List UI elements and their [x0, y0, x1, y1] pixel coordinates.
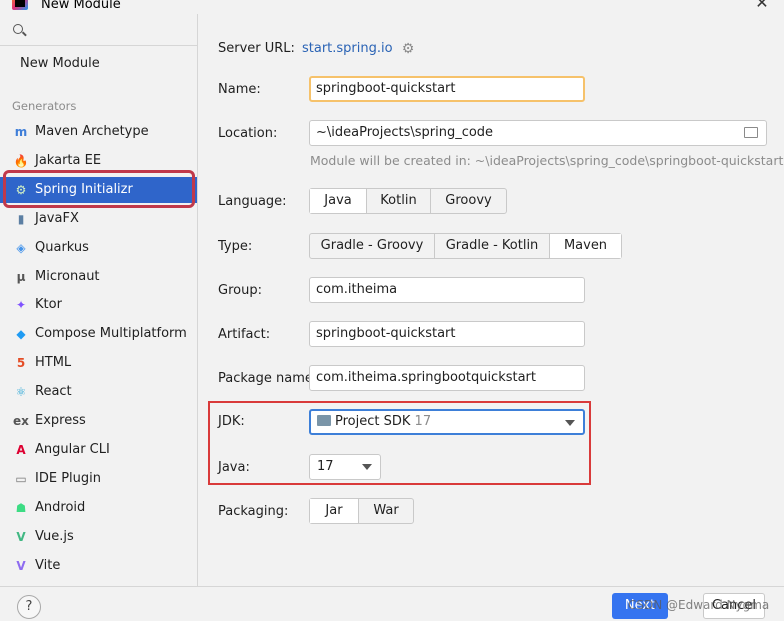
sidebar-item-compose-multiplatform[interactable]: ◆ Compose Multiplatform	[0, 321, 197, 347]
sdk-folder-icon	[317, 415, 331, 426]
jdk-version: 17	[414, 414, 432, 429]
type-label: Type:	[218, 239, 253, 254]
sidebar-item-label: Maven Archetype	[35, 124, 149, 139]
location-hint: Module will be created in: ~\ideaProject…	[310, 153, 784, 168]
micronaut-icon: μ	[16, 269, 26, 284]
java-version-dropdown[interactable]: 17	[309, 454, 381, 480]
location-field[interactable]: ~\ideaProjects\spring_code	[309, 120, 767, 146]
sidebar-item-label: Android	[35, 499, 86, 515]
packaging-option-war[interactable]: War	[359, 499, 413, 523]
location-label: Location:	[218, 126, 278, 141]
sidebar-item-label: Micronaut	[35, 268, 100, 284]
java-version-value: 17	[317, 459, 334, 474]
jakarta-icon: 🔥	[13, 153, 29, 168]
group-label: Group:	[218, 283, 262, 298]
type-option-gradle-groovy[interactable]: Gradle - Groovy	[310, 234, 435, 258]
sidebar-item-label: Angular CLI	[35, 441, 110, 457]
sidebar-item-micronaut[interactable]: μ Micronaut	[0, 264, 197, 290]
sidebar-item-label: React	[35, 384, 72, 400]
name-field[interactable]: springboot-quickstart	[309, 76, 585, 102]
selection-highlight-outline	[3, 170, 195, 208]
packaging-option-jar[interactable]: Jar	[310, 499, 359, 523]
intellij-icon	[12, 0, 28, 10]
sidebar-item-label: Quarkus	[35, 239, 89, 255]
sidebar-item-react[interactable]: ⚛ React	[0, 379, 197, 405]
language-option-java[interactable]: Java	[310, 189, 367, 213]
artifact-field[interactable]: springboot-quickstart	[309, 321, 585, 347]
jdk-dropdown[interactable]: Project SDK 17	[309, 409, 585, 435]
sidebar-item-label: HTML	[35, 355, 72, 371]
server-url-link[interactable]: start.spring.io	[302, 41, 393, 56]
java-label: Java:	[218, 460, 250, 475]
folder-icon[interactable]	[744, 127, 758, 138]
package-name-field[interactable]: com.itheima.springbootquickstart	[309, 365, 585, 391]
android-icon: ☗	[15, 500, 27, 515]
help-button[interactable]: ?	[17, 595, 41, 619]
packaging-label: Packaging:	[218, 504, 289, 519]
sidebar-item-html[interactable]: 5 HTML	[0, 350, 197, 376]
title-bar: New Module ✕	[0, 0, 784, 14]
sidebar-item-ide-plugin[interactable]: ▭ IDE Plugin	[0, 466, 197, 492]
artifact-label: Artifact:	[218, 327, 271, 342]
sidebar-item-maven-archetype[interactable]: m Maven Archetype	[0, 119, 197, 145]
server-url-label: Server URL:	[218, 41, 295, 56]
jdk-label: JDK:	[218, 414, 245, 429]
ide-plugin-icon: ▭	[15, 471, 27, 486]
sidebar-item-vue-js[interactable]: V Vue.js	[0, 524, 197, 550]
sidebar-item-label: Express	[35, 413, 86, 428]
sidebar-item-vite[interactable]: V Vite	[0, 553, 197, 579]
group-field[interactable]: com.itheima	[309, 277, 585, 303]
generator-sidebar: New Module Generators m Maven Archetype 🔥 J…	[0, 14, 198, 586]
sidebar-item-label: Vite	[35, 557, 61, 573]
vue-icon: V	[16, 529, 26, 544]
angular-icon: A	[16, 442, 26, 457]
name-label: Name:	[218, 82, 261, 97]
language-selector: Java Kotlin Groovy	[309, 188, 507, 214]
html-icon: 5	[16, 356, 26, 371]
location-value: ~\ideaProjects\spring_code	[316, 125, 494, 140]
type-option-maven[interactable]: Maven	[550, 234, 621, 258]
maven-icon: m	[14, 125, 28, 139]
language-label: Language:	[218, 194, 287, 209]
sidebar-item-label: Compose Multiplatform	[35, 326, 187, 342]
search-input[interactable]	[30, 22, 190, 42]
sidebar-item-ktor[interactable]: ✦ Ktor	[0, 292, 197, 318]
search-icon	[13, 24, 23, 34]
sidebar-item-angular-cli[interactable]: A Angular CLI	[0, 437, 197, 463]
sidebar-item-label: Ktor	[35, 297, 62, 313]
javafx-icon: ▮	[17, 211, 25, 226]
sidebar-item-new-module[interactable]: New Module	[20, 56, 100, 71]
jdk-value: Project SDK	[335, 414, 411, 429]
gear-icon[interactable]: ⚙	[401, 42, 415, 56]
window-title: New Module	[41, 0, 121, 12]
module-settings-panel: Server URL: start.spring.io ⚙ Name: spri…	[199, 14, 784, 586]
ktor-icon: ✦	[15, 298, 27, 313]
packaging-selector: Jar War	[309, 498, 414, 524]
sidebar-item-android[interactable]: ☗ Android	[0, 495, 197, 521]
type-selector: Gradle - Groovy Gradle - Kotlin Maven	[309, 233, 622, 259]
language-option-kotlin[interactable]: Kotlin	[367, 189, 431, 213]
csdn-watermark: CSDN @Edward Nygma	[628, 598, 770, 612]
chevron-down-icon	[565, 420, 575, 426]
sidebar-item-express[interactable]: ex Express	[0, 408, 197, 434]
sidebar-item-label: Vue.js	[35, 528, 74, 544]
language-option-groovy[interactable]: Groovy	[431, 189, 506, 213]
express-icon: ex	[13, 414, 29, 428]
sidebar-item-label: IDE Plugin	[35, 470, 101, 486]
quarkus-icon: ◈	[16, 240, 26, 255]
chevron-down-icon	[362, 464, 372, 470]
compose-icon: ◆	[16, 327, 26, 342]
sidebar-item-quarkus[interactable]: ◈ Quarkus	[0, 235, 197, 261]
vite-icon: V	[16, 558, 26, 573]
type-option-gradle-kotlin[interactable]: Gradle - Kotlin	[435, 234, 550, 258]
react-icon: ⚛	[15, 385, 27, 400]
close-icon[interactable]: ✕	[752, 0, 772, 12]
sidebar-search	[0, 20, 197, 46]
package-name-label: Package name:	[218, 371, 318, 386]
sidebar-item-javafx[interactable]: ▮ JavaFX	[0, 206, 197, 232]
sidebar-item-label: JavaFX	[35, 210, 79, 226]
generators-heading: Generators	[12, 99, 77, 113]
